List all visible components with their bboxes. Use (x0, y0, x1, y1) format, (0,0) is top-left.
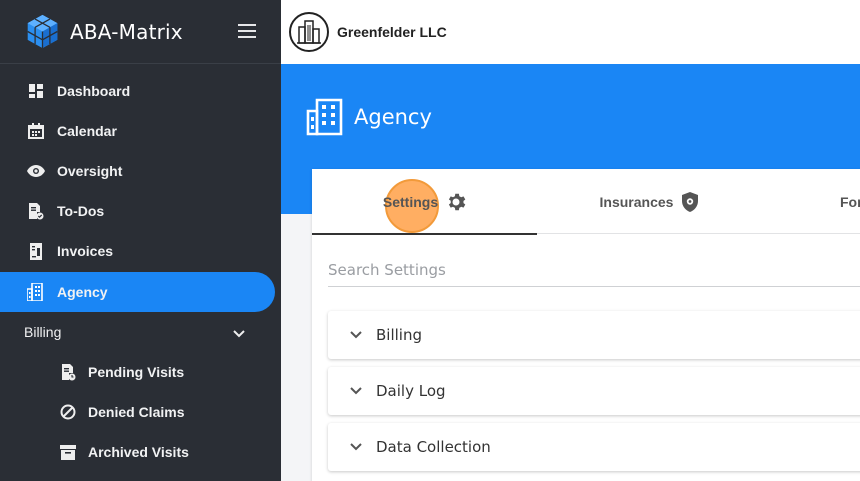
sidebar-item-label: Archived Visits (88, 444, 189, 460)
app-name: ABA-Matrix (70, 19, 183, 44)
building-icon (306, 98, 343, 136)
search-settings-field[interactable] (328, 253, 860, 287)
chevron-down-icon (350, 387, 362, 395)
sidebar-item-label: Dashboard (57, 83, 131, 99)
tab-label: For (840, 193, 860, 210)
cube-logo-icon (27, 14, 58, 49)
sidebar-item-label: Oversight (57, 163, 123, 179)
pending-visits-icon (58, 362, 78, 382)
sidebar-item-calendar[interactable]: Calendar (0, 111, 281, 151)
sidebar-item-archived-visits[interactable]: Archived Visits (0, 432, 281, 472)
shield-icon (681, 191, 699, 212)
sidebar-item-label: Pending Visits (88, 364, 185, 380)
archive-icon (58, 442, 78, 462)
chevron-down-icon (350, 443, 362, 451)
sidebar-item-label: Calendar (57, 123, 117, 139)
settings-card: Settings Insurances For Billing Daily Lo… (312, 169, 860, 481)
denied-icon (58, 402, 78, 422)
sidebar-item-dashboard[interactable]: Dashboard (0, 71, 281, 111)
todo-icon (26, 201, 46, 221)
org-logo-icon[interactable] (289, 12, 329, 52)
tab-insurances[interactable]: Insurances (537, 169, 762, 234)
tab-settings[interactable]: Settings (312, 169, 537, 235)
tab-label: Settings (382, 193, 439, 210)
section-daily-log[interactable]: Daily Log (328, 367, 860, 415)
chevron-down-icon (233, 325, 245, 341)
sidebar-group-billing[interactable]: Billing (0, 312, 281, 352)
tab-label: Insurances (599, 193, 674, 210)
sidebar-item-oversight[interactable]: Oversight (0, 151, 281, 191)
sidebar: ABA-Matrix Dashboard Calendar Oversight … (0, 0, 281, 481)
sidebar-item-denied-claims[interactable]: Denied Claims (0, 392, 281, 432)
sidebar-item-label: Denied Claims (88, 404, 185, 420)
chevron-down-icon (350, 331, 362, 339)
tab-forms[interactable]: For (762, 169, 860, 234)
gear-icon (446, 192, 466, 212)
org-name: Greenfelder LLC (337, 24, 447, 40)
sidebar-item-todos[interactable]: To-Dos (0, 191, 281, 231)
invoice-icon (26, 241, 46, 261)
search-input[interactable] (328, 260, 860, 279)
section-label: Daily Log (376, 382, 446, 400)
top-bar: Greenfelder LLC (281, 0, 860, 64)
section-billing[interactable]: Billing (328, 311, 860, 359)
sidebar-item-label: Agency (57, 284, 108, 300)
sidebar-item-pending-visits[interactable]: Pending Visits (0, 352, 281, 392)
building-icon (26, 282, 46, 302)
section-label: Billing (376, 326, 422, 344)
page-title: Agency (354, 105, 432, 129)
section-data-collection[interactable]: Data Collection (328, 423, 860, 471)
brand-bar: ABA-Matrix (0, 0, 281, 64)
sidebar-item-invoices[interactable]: Invoices (0, 231, 281, 271)
sidebar-item-label: To-Dos (57, 203, 105, 219)
page-title-block: Agency (306, 98, 432, 136)
sidebar-item-agency[interactable]: Agency (0, 272, 275, 312)
sidebar-group-label: Billing (24, 324, 62, 340)
dashboard-icon (26, 81, 46, 101)
menu-toggle-icon[interactable] (238, 24, 256, 38)
eye-icon (26, 161, 46, 181)
calendar-icon (26, 121, 46, 141)
tab-bar: Settings Insurances For (312, 169, 860, 235)
section-label: Data Collection (376, 438, 491, 456)
sidebar-item-label: Invoices (57, 243, 114, 259)
